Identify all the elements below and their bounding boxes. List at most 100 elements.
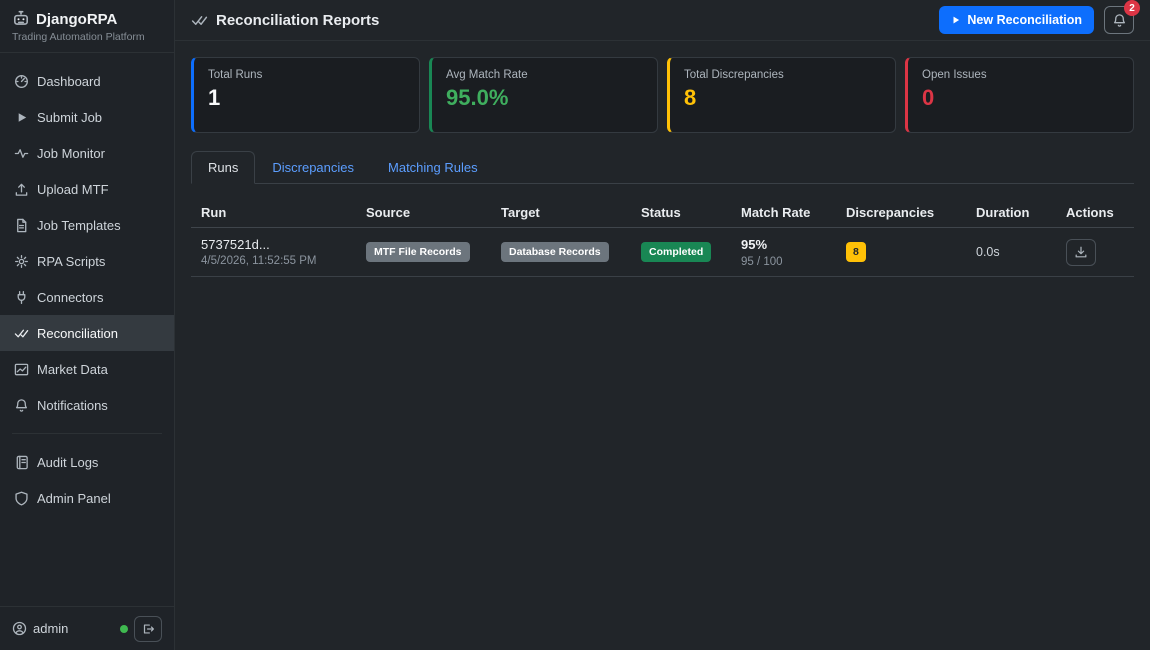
column-header-match-rate: Match Rate xyxy=(741,205,846,220)
stat-label: Open Issues xyxy=(922,69,1119,81)
activity-icon xyxy=(14,146,29,161)
app-window: DjangoRPA Trading Automation Platform Da… xyxy=(0,0,1150,650)
runs-table: Run Source Target Status Match Rate Disc… xyxy=(191,198,1134,277)
sidebar-item-label: Admin Panel xyxy=(37,491,111,506)
sidebar-item-label: Audit Logs xyxy=(37,455,98,470)
source-badge: MTF File Records xyxy=(366,242,470,262)
person-circle-icon xyxy=(12,621,27,636)
logout-button[interactable] xyxy=(134,616,162,642)
sidebar-item-job-templates[interactable]: Job Templates xyxy=(0,207,174,243)
actions-cell xyxy=(1066,239,1124,266)
main-area: Reconciliation Reports New Reconciliatio… xyxy=(175,0,1150,650)
bell-icon xyxy=(14,398,29,413)
stat-value: 0 xyxy=(922,85,1119,111)
sidebar-item-dashboard[interactable]: Dashboard xyxy=(0,63,174,99)
table-header-row: Run Source Target Status Match Rate Disc… xyxy=(191,198,1134,228)
double-check-icon xyxy=(191,12,208,29)
sidebar-footer: admin xyxy=(0,606,174,650)
sidebar-item-label: Notifications xyxy=(37,398,108,413)
chart-icon xyxy=(14,362,29,377)
robot-logo-icon xyxy=(12,10,30,28)
upload-icon xyxy=(14,182,29,197)
sidebar-item-connectors[interactable]: Connectors xyxy=(0,279,174,315)
discrepancies-cell: 8 xyxy=(846,242,976,262)
sidebar-item-admin-panel[interactable]: Admin Panel xyxy=(0,480,174,516)
stat-value: 8 xyxy=(684,85,881,111)
online-status-dot xyxy=(120,625,128,633)
stat-label: Total Discrepancies xyxy=(684,69,881,81)
target-badge: Database Records xyxy=(501,242,609,262)
column-header-source: Source xyxy=(366,205,501,220)
sidebar-divider xyxy=(12,433,162,434)
brand-tagline: Trading Automation Platform xyxy=(12,31,162,43)
stat-card-avg-match-rate: Avg Match Rate 95.0% xyxy=(429,57,658,133)
user-info: admin xyxy=(12,621,68,636)
tab-bar: Runs Discrepancies Matching Rules xyxy=(191,151,1134,184)
sidebar-item-rpa-scripts[interactable]: RPA Scripts xyxy=(0,243,174,279)
stat-value: 95.0% xyxy=(446,85,643,111)
column-header-actions: Actions xyxy=(1066,205,1124,220)
username: admin xyxy=(33,621,68,636)
sidebar-item-label: Dashboard xyxy=(37,74,101,89)
source-cell: MTF File Records xyxy=(366,242,501,262)
duration-cell: 0.0s xyxy=(976,245,1066,259)
sidebar-item-upload-mtf[interactable]: Upload MTF xyxy=(0,171,174,207)
plug-icon xyxy=(14,290,29,305)
shield-icon xyxy=(14,491,29,506)
page-title-text: Reconciliation Reports xyxy=(216,12,379,29)
sidebar-item-notifications[interactable]: Notifications xyxy=(0,387,174,423)
sidebar-item-label: Submit Job xyxy=(37,110,102,125)
sidebar-item-market-data[interactable]: Market Data xyxy=(0,351,174,387)
journal-icon xyxy=(14,455,29,470)
file-icon xyxy=(14,218,29,233)
notifications-button[interactable]: 2 xyxy=(1104,6,1134,34)
run-id: 5737521d... xyxy=(201,237,366,252)
stat-label: Total Runs xyxy=(208,69,405,81)
gear-icon xyxy=(14,254,29,269)
logout-icon xyxy=(141,622,155,636)
match-rate-value: 95% xyxy=(741,237,846,252)
stat-label: Avg Match Rate xyxy=(446,69,643,81)
sidebar-item-label: Reconciliation xyxy=(37,326,118,341)
discrepancy-count-badge: 8 xyxy=(846,242,866,262)
sidebar-item-label: Upload MTF xyxy=(37,182,109,197)
stat-card-total-discrepancies: Total Discrepancies 8 xyxy=(667,57,896,133)
sidebar-item-label: Market Data xyxy=(37,362,108,377)
new-reconciliation-button[interactable]: New Reconciliation xyxy=(939,6,1094,34)
column-header-status: Status xyxy=(641,205,741,220)
sidebar-item-submit-job[interactable]: Submit Job xyxy=(0,99,174,135)
sidebar-item-label: RPA Scripts xyxy=(37,254,105,269)
download-icon xyxy=(1074,245,1088,259)
speedometer-icon xyxy=(14,74,29,89)
tab-discrepancies[interactable]: Discrepancies xyxy=(255,151,371,184)
download-report-button[interactable] xyxy=(1066,239,1096,266)
double-check-icon xyxy=(14,326,29,341)
target-cell: Database Records xyxy=(501,242,641,262)
sidebar-nav: Dashboard Submit Job Job Monitor Upload … xyxy=(0,53,174,516)
bell-icon xyxy=(1112,13,1127,28)
stat-card-total-runs: Total Runs 1 xyxy=(191,57,420,133)
sidebar-item-label: Connectors xyxy=(37,290,103,305)
run-cell: 5737521d... 4/5/2026, 11:52:55 PM xyxy=(201,237,366,267)
sidebar-item-label: Job Monitor xyxy=(37,146,105,161)
new-reconciliation-label: New Reconciliation xyxy=(967,13,1082,27)
sidebar-item-job-monitor[interactable]: Job Monitor xyxy=(0,135,174,171)
tab-runs[interactable]: Runs xyxy=(191,151,255,184)
page-title: Reconciliation Reports xyxy=(191,12,379,29)
match-rate-cell: 95% 95 / 100 xyxy=(741,237,846,268)
sidebar-item-audit-logs[interactable]: Audit Logs xyxy=(0,444,174,480)
stats-row: Total Runs 1 Avg Match Rate 95.0% Total … xyxy=(191,57,1134,133)
topbar: Reconciliation Reports New Reconciliatio… xyxy=(175,0,1150,41)
brand: DjangoRPA Trading Automation Platform xyxy=(0,0,174,53)
column-header-duration: Duration xyxy=(976,205,1066,220)
content: Total Runs 1 Avg Match Rate 95.0% Total … xyxy=(175,41,1150,293)
brand-name: DjangoRPA xyxy=(36,11,117,28)
stat-value: 1 xyxy=(208,85,405,111)
column-header-target: Target xyxy=(501,205,641,220)
tab-matching-rules[interactable]: Matching Rules xyxy=(371,151,495,184)
column-header-discrepancies: Discrepancies xyxy=(846,205,976,220)
column-header-run: Run xyxy=(201,205,366,220)
sidebar-item-reconciliation[interactable]: Reconciliation xyxy=(0,315,174,351)
sidebar-item-label: Job Templates xyxy=(37,218,121,233)
play-icon xyxy=(14,110,29,125)
